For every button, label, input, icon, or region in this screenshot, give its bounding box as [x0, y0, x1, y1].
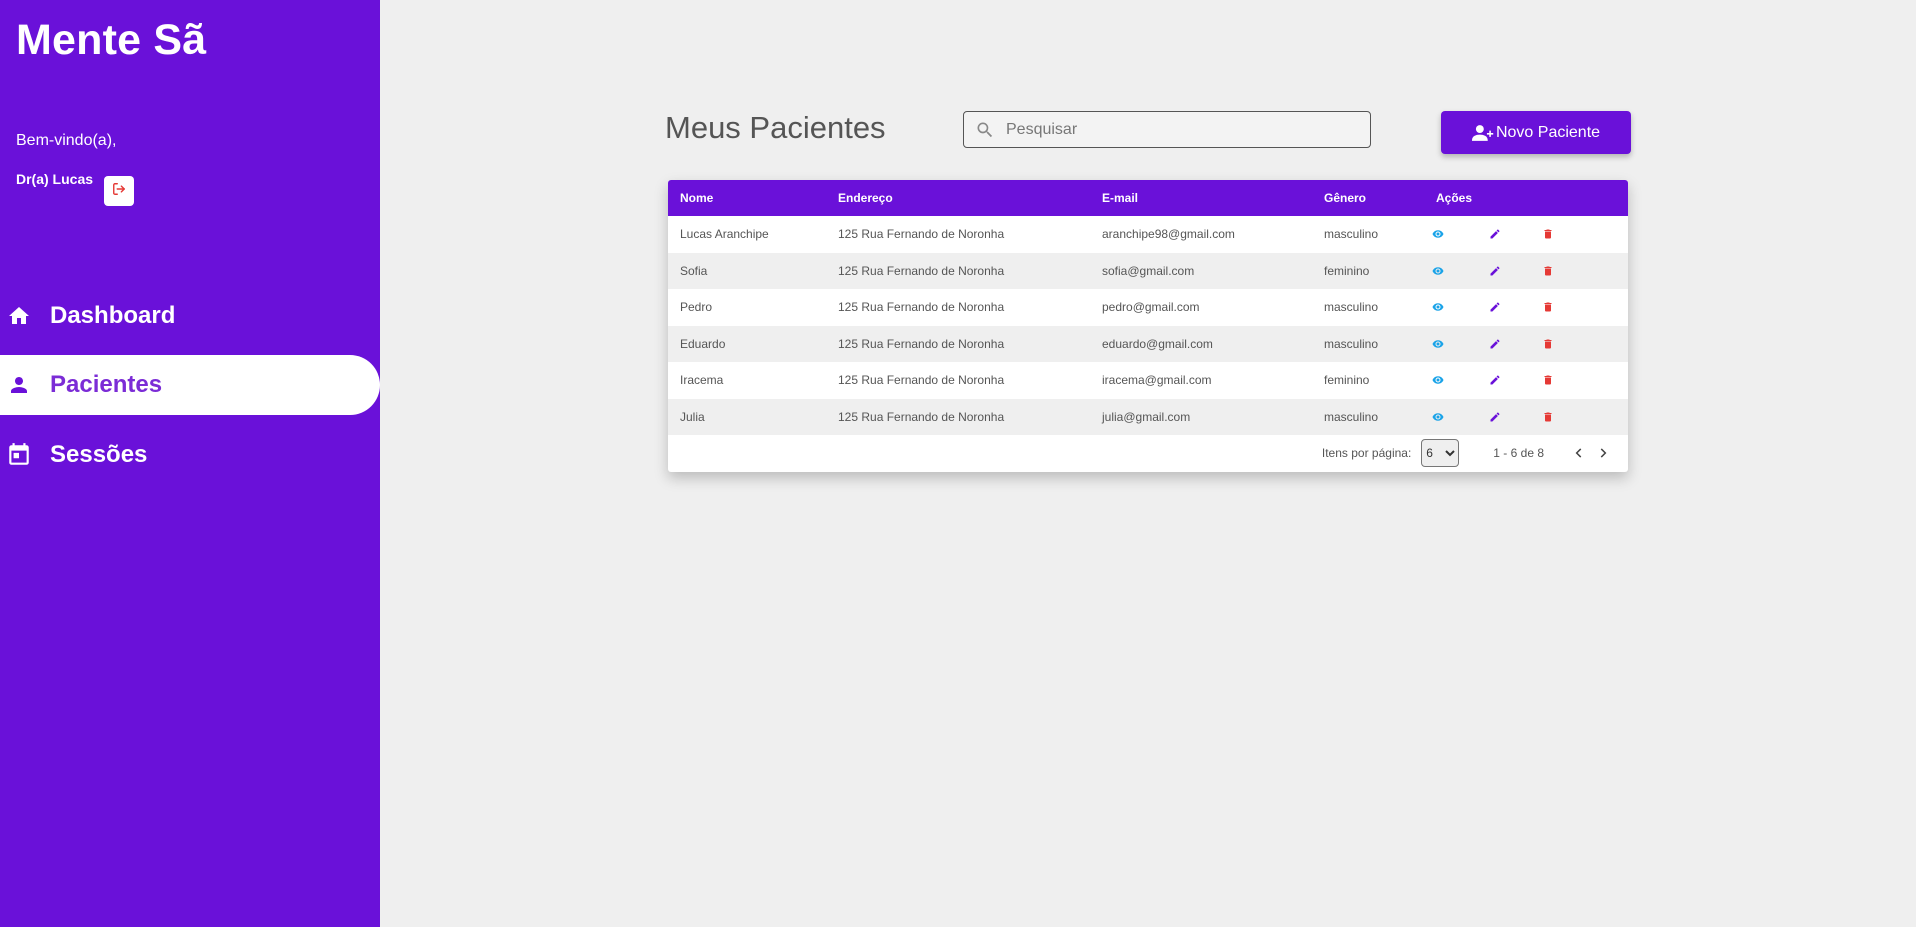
cell-email: sofia@gmail.com [1102, 263, 1195, 278]
cell-nome: Eduardo [680, 336, 726, 351]
search-icon [974, 119, 996, 141]
cell-genero: masculino [1324, 300, 1379, 315]
cell-acoes [1424, 362, 1628, 399]
user-name: Dr(a) Lucas [16, 171, 94, 187]
view-icon[interactable] [1430, 299, 1446, 315]
delete-icon[interactable] [1540, 263, 1556, 279]
table-row[interactable]: Julia 125 Rua Fernando de Noronha julia@gm… [668, 398, 1628, 436]
cell-endereco: 125 Rua Fernando de Noronha [838, 409, 1005, 424]
search-input[interactable] [1006, 120, 1366, 139]
cell-nome: Sofia [680, 263, 708, 278]
patients-table: Nome Endereço E-mail Gênero Ações Lucas … [668, 180, 1628, 435]
page-range: 1 - 6 de 8 [1493, 446, 1544, 460]
home-icon [2, 299, 36, 333]
edit-icon[interactable] [1487, 336, 1503, 352]
cell-acoes [1424, 399, 1628, 436]
cell-email: julia@gmail.com [1102, 409, 1191, 424]
nav-item-label: Dashboard [50, 302, 176, 329]
delete-icon[interactable] [1540, 372, 1556, 388]
logout-icon [112, 182, 126, 201]
new-patient-button[interactable]: Novo Paciente [1441, 111, 1631, 154]
table-row[interactable]: Eduardo 125 Rua Fernando de Noronha eduard… [668, 325, 1628, 363]
view-icon[interactable] [1430, 409, 1446, 425]
table-row[interactable]: Iracema 125 Rua Fernando de Noronha iracem… [668, 362, 1628, 399]
delete-icon[interactable] [1540, 336, 1556, 352]
cell-acoes [1424, 289, 1628, 326]
sidebar: Mente Sã Bem-vindo(a), Dr(a) Lucas Dashb… [0, 0, 380, 927]
cell-genero: masculino [1324, 227, 1379, 242]
cell-genero: feminino [1324, 373, 1370, 388]
cell-endereco: 125 Rua Fernando de Noronha [838, 263, 1005, 278]
welcome-text: Bem-vindo(a), [16, 132, 117, 149]
column-header-email[interactable]: E-mail [1090, 180, 1312, 216]
edit-icon[interactable] [1487, 226, 1503, 242]
cell-genero: masculino [1324, 409, 1379, 424]
delete-icon[interactable] [1540, 299, 1556, 315]
cell-nome: Iracema [680, 373, 724, 388]
page-title: Meus Pacientes [665, 110, 886, 145]
nav-item-dashboard[interactable]: Dashboard [0, 286, 380, 346]
view-icon[interactable] [1430, 372, 1446, 388]
patients-table-card: Nome Endereço E-mail Gênero Ações Lucas … [668, 180, 1628, 472]
column-header-endereco[interactable]: Endereço [826, 180, 1090, 216]
cell-genero: masculino [1324, 336, 1379, 351]
calendar-icon [2, 438, 36, 472]
cell-nome: Lucas Aranchipe [680, 227, 769, 242]
next-page-button[interactable] [1592, 442, 1614, 464]
delete-icon[interactable] [1540, 226, 1556, 242]
nav-item-pacientes[interactable]: Pacientes [0, 355, 380, 415]
table-row[interactable]: Pedro 125 Rua Fernando de Noronha pedro@gm… [668, 289, 1628, 326]
nav-item-sessoes[interactable]: Sessões [0, 425, 380, 485]
cell-email: iracema@gmail.com [1102, 373, 1212, 388]
cell-email: eduardo@gmail.com [1102, 336, 1213, 351]
cell-nome: Pedro [680, 300, 713, 315]
cell-endereco: 125 Rua Fernando de Noronha [838, 227, 1005, 242]
add-person-icon [1471, 124, 1494, 142]
app-title: Mente Sã [16, 16, 207, 64]
cell-acoes [1424, 326, 1628, 363]
cell-nome: Julia [680, 409, 705, 424]
edit-icon[interactable] [1487, 409, 1503, 425]
cell-email: aranchipe98@gmail.com [1102, 227, 1235, 242]
delete-icon[interactable] [1540, 409, 1556, 425]
new-patient-label: Novo Paciente [1495, 123, 1601, 141]
cell-acoes [1424, 216, 1628, 253]
table-row[interactable]: Sofia 125 Rua Fernando de Noronha sofia@gm… [668, 252, 1628, 290]
cell-endereco: 125 Rua Fernando de Noronha [838, 300, 1005, 315]
table-row[interactable]: Lucas Aranchipe 125 Rua Fernando de Noron… [668, 216, 1628, 253]
view-icon[interactable] [1430, 226, 1446, 242]
column-header-nome[interactable]: Nome [668, 180, 826, 216]
paginator: Itens por página: 6 1 - 6 de 8 [668, 435, 1628, 471]
nav-item-label: Sessões [50, 441, 148, 468]
page-size-select[interactable]: 6 [1421, 439, 1460, 467]
chevron-left-icon [1575, 448, 1582, 458]
search-box[interactable] [963, 111, 1371, 148]
table-header-row: Nome Endereço E-mail Gênero Ações [668, 180, 1628, 216]
cell-genero: feminino [1324, 263, 1370, 278]
edit-icon[interactable] [1487, 299, 1503, 315]
cell-endereco: 125 Rua Fernando de Noronha [838, 373, 1005, 388]
edit-icon[interactable] [1487, 263, 1503, 279]
edit-icon[interactable] [1487, 372, 1503, 388]
chevron-right-icon [1600, 448, 1607, 458]
column-header-acoes: Ações [1436, 191, 1473, 205]
view-icon[interactable] [1430, 263, 1446, 279]
cell-endereco: 125 Rua Fernando de Noronha [838, 336, 1005, 351]
nav-item-label: Pacientes [50, 371, 163, 398]
items-per-page-label: Itens por página: [1321, 446, 1412, 460]
view-icon[interactable] [1430, 336, 1446, 352]
cell-acoes [1424, 253, 1628, 290]
person-icon [2, 368, 36, 402]
logout-button[interactable] [104, 176, 134, 206]
column-header-genero[interactable]: Gênero [1312, 180, 1424, 216]
prev-page-button[interactable] [1568, 442, 1590, 464]
cell-email: pedro@gmail.com [1102, 300, 1200, 315]
